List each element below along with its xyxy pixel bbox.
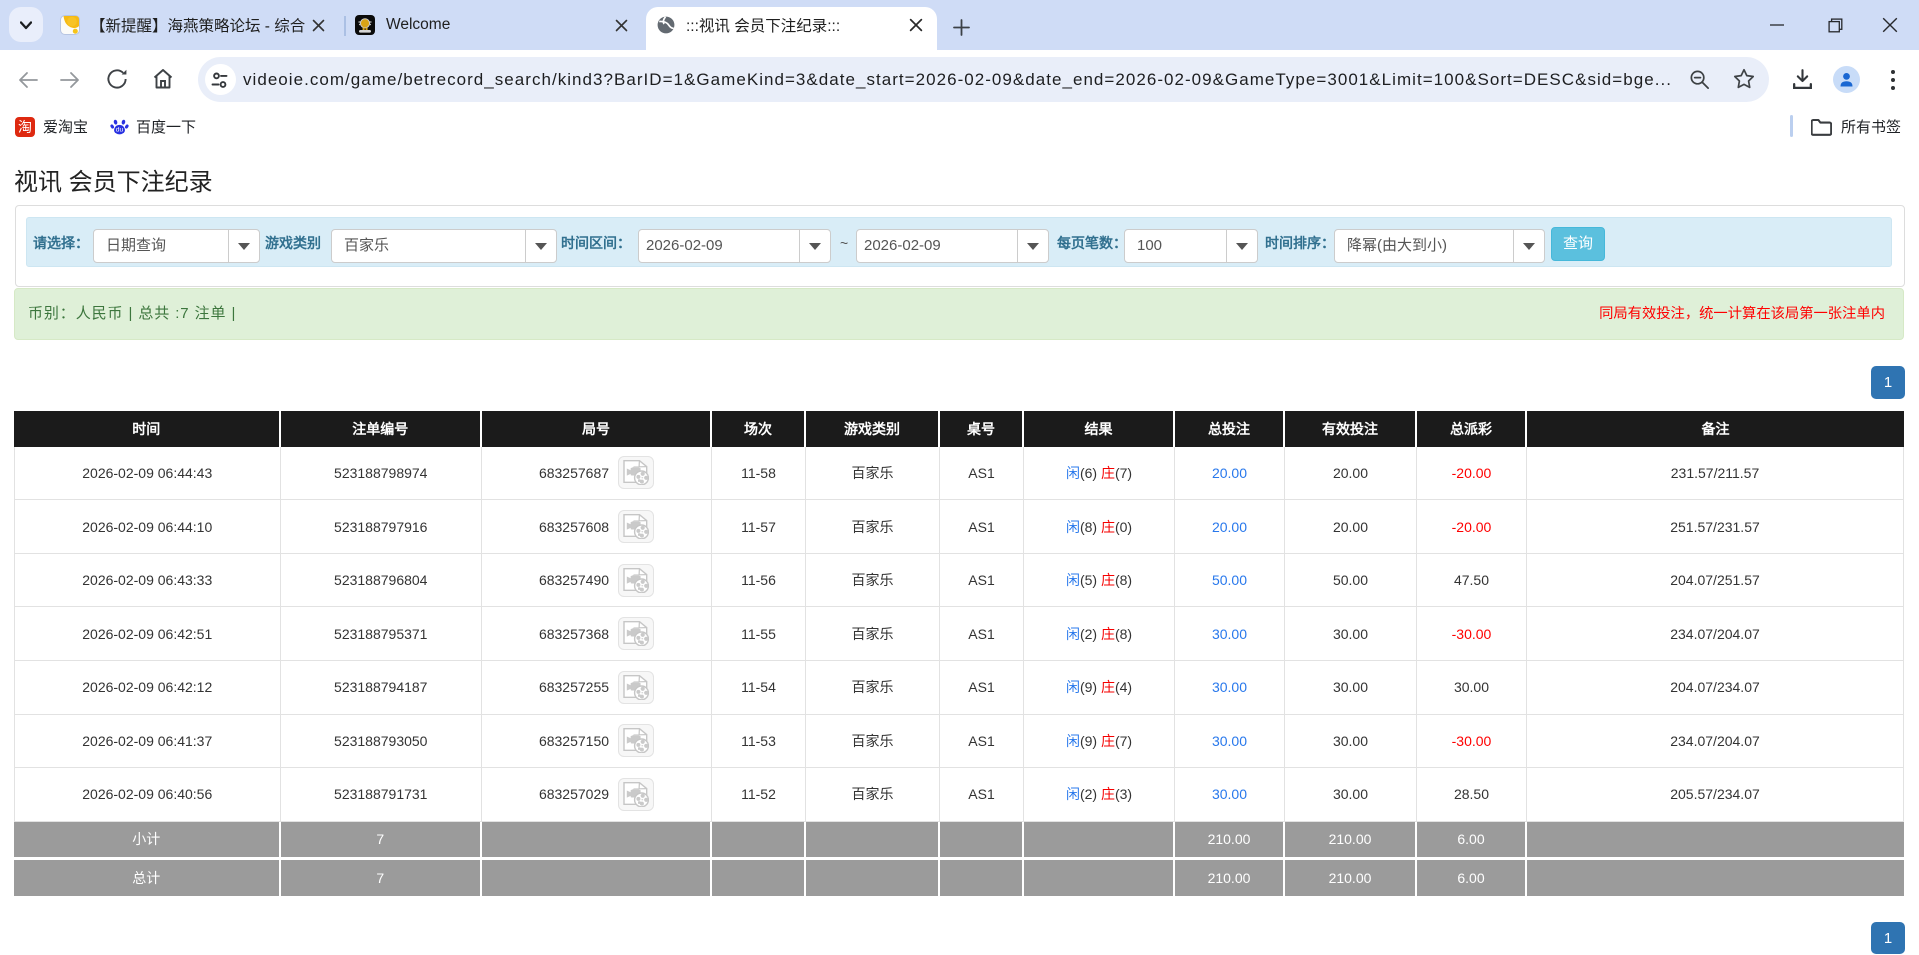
svg-text:du: du (116, 127, 124, 134)
svg-text:淘: 淘 (18, 119, 32, 135)
